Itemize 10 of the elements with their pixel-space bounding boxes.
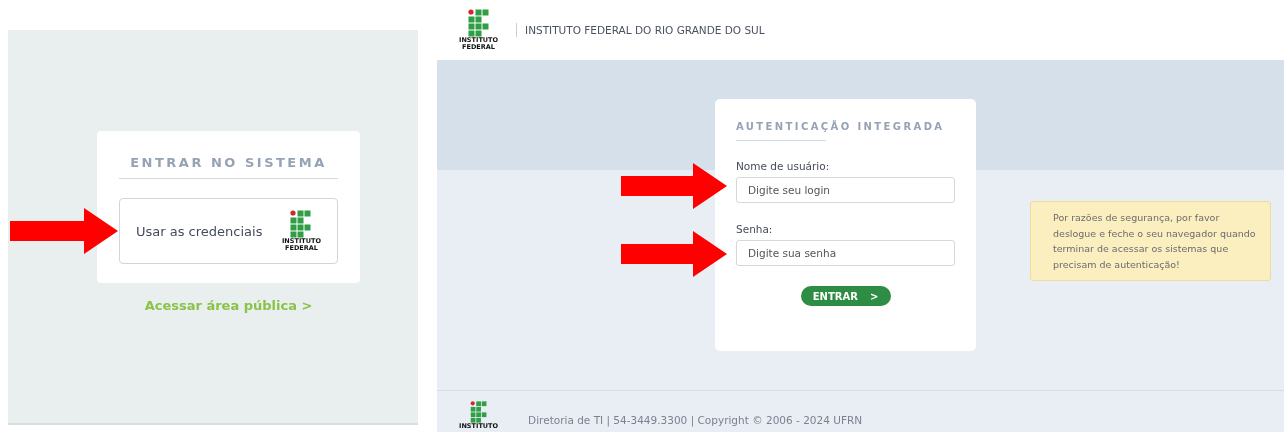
security-notice: Por razões de segurança, por favor deslogue e feche o seu navegador quando terminar de acessar os sistemas que precisam de autenticação! [1030, 201, 1271, 281]
field-label: Senha: [736, 223, 774, 235]
footer-text: Diretoria de TI | 54-3449.3300 | Copyright © 2006 - 2024 UFRN [528, 414, 863, 426]
field-label: Nome de usuário: [736, 160, 831, 172]
card-title: AUTENTICAÇÃO INTEGRADA [736, 121, 946, 132]
input-field[interactable]: Digite seu login [736, 177, 955, 203]
site-title: INSTITUTO FEDERAL DO RIO GRANDE DO SUL [516, 23, 765, 37]
submit-button[interactable]: ENTRAR > [800, 286, 891, 306]
input-field[interactable]: Digite sua senha [736, 240, 955, 266]
card-title: ENTRAR NO SISTEMA [119, 155, 338, 179]
